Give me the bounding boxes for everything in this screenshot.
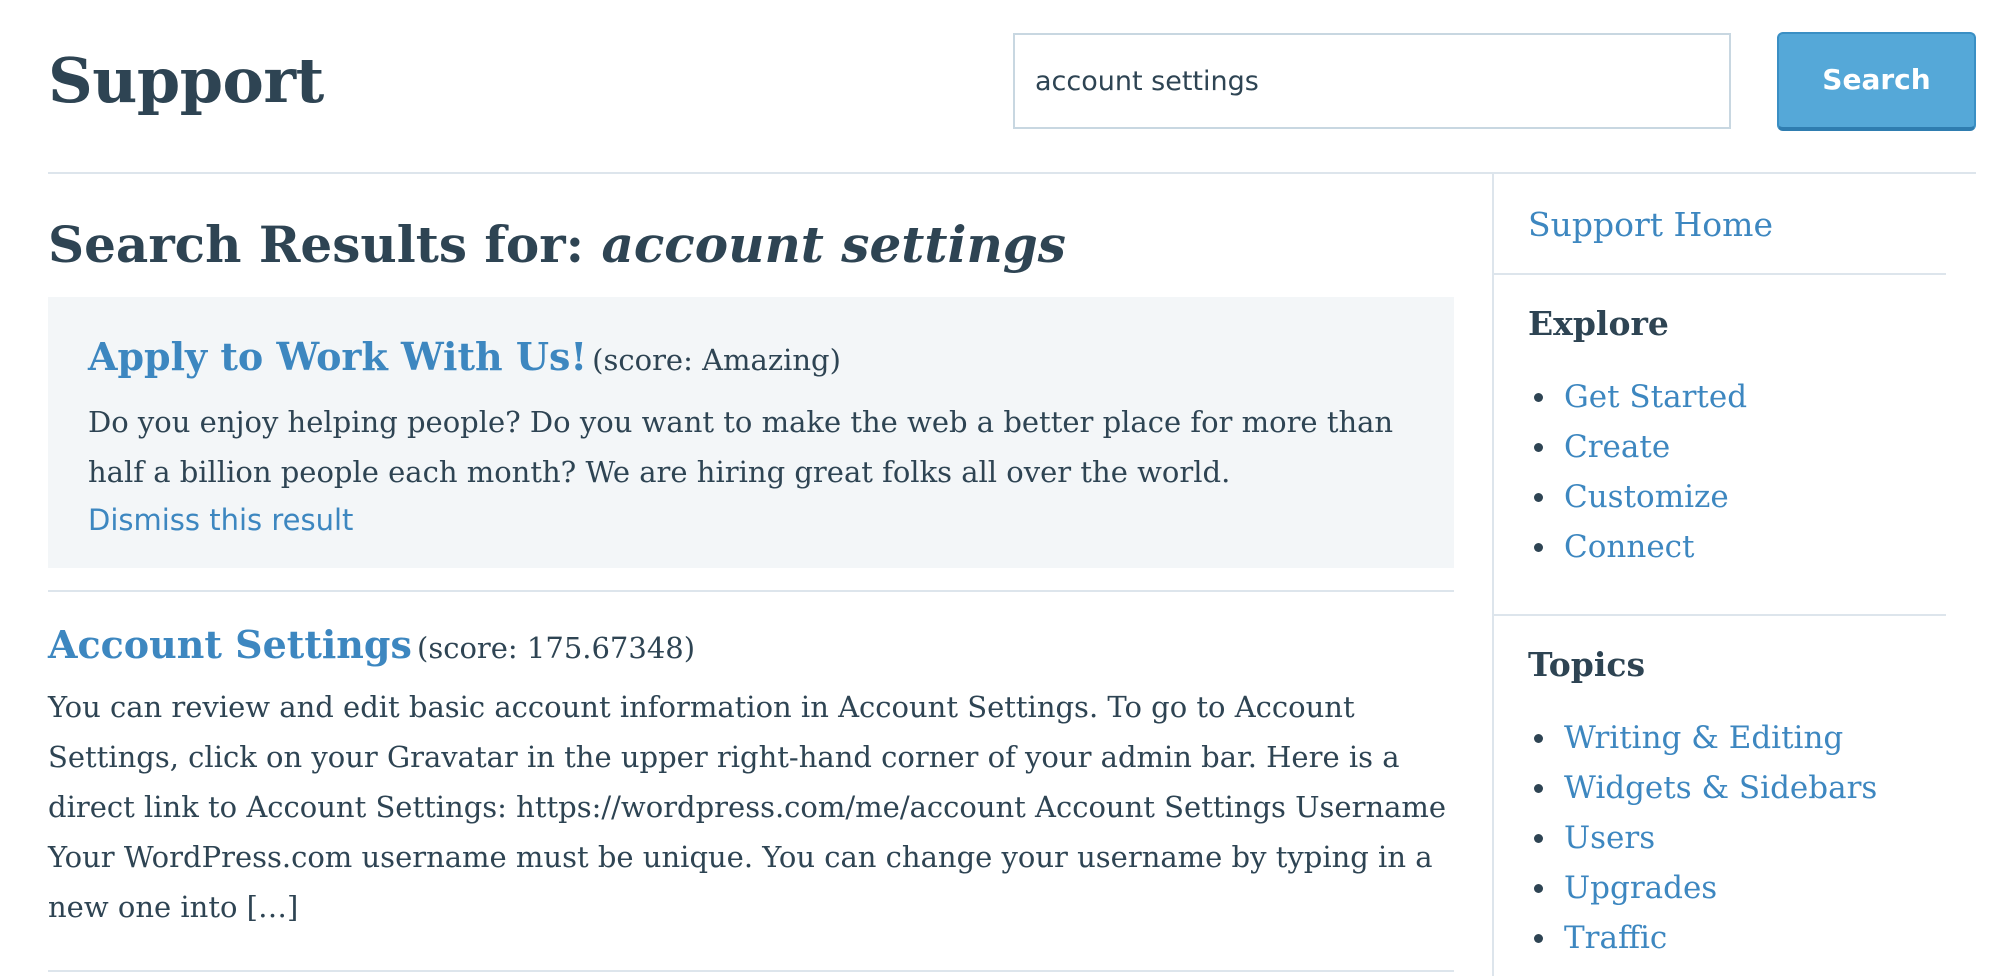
topic-link-writing-editing[interactable]: Writing & Editing [1564,720,1843,756]
topic-link-users[interactable]: Users [1564,820,1655,856]
bullet-icon [1534,834,1543,843]
result-excerpt: You can review and edit basic account in… [48,690,1447,924]
bullet-icon [1534,884,1543,893]
topics-item: Traffic [1528,913,1877,963]
bullet-icon [1534,784,1543,793]
search-button[interactable]: Search [1777,32,1976,131]
explore-heading: Explore [1528,304,1669,343]
topics-item: Widgets & Sidebars [1528,763,1877,813]
result-score: (score: 175.67348) [417,631,696,665]
explore-item: Connect [1528,522,1747,572]
featured-result-score: (score: Amazing) [592,343,841,377]
site-title[interactable]: Support [48,38,324,124]
bullet-icon [1534,443,1543,452]
explore-link-customize[interactable]: Customize [1564,479,1729,515]
sidebar-divider [1494,273,1946,275]
topics-list: Writing & Editing Widgets & Sidebars Use… [1528,713,1877,963]
explore-link-create[interactable]: Create [1564,429,1670,465]
topics-heading: Topics [1528,645,1646,684]
results-heading: Search Results for: account settings [48,210,1066,280]
result-divider [48,970,1454,972]
featured-result-title-line: Apply to Work With Us! (score: Amazing) [88,334,841,379]
topics-item: Users [1528,813,1877,863]
explore-list: Get Started Create Customize Connect [1528,372,1747,572]
bullet-icon [1534,543,1543,552]
results-heading-prefix: Search Results for: [48,215,602,274]
topic-link-widgets-sidebars[interactable]: Widgets & Sidebars [1564,770,1877,806]
bullet-icon [1534,734,1543,743]
bullet-icon [1534,393,1543,402]
support-home-link[interactable]: Support Home [1528,200,1773,250]
topic-link-upgrades[interactable]: Upgrades [1564,870,1717,906]
bullet-icon [1534,934,1543,943]
topic-link-traffic[interactable]: Traffic [1564,920,1667,956]
result-title-link[interactable]: Account Settings [48,622,412,667]
explore-item: Customize [1528,472,1747,522]
result-title-line: Account Settings (score: 175.67348) [48,622,695,667]
explore-item: Get Started [1528,372,1747,422]
explore-link-get-started[interactable]: Get Started [1564,379,1747,415]
sidebar-divider [1494,614,1946,616]
featured-result-excerpt: Do you enjoy helping people? Do you want… [88,405,1394,489]
dismiss-result-link[interactable]: Dismiss this result [88,495,353,545]
results-heading-query: account settings [601,215,1066,274]
support-page: Support Search Search Results for: accou… [0,0,2010,976]
header-divider [48,172,1976,174]
sidebar-separator [1492,174,1494,976]
topics-item: Upgrades [1528,863,1877,913]
result-divider [48,590,1454,592]
featured-result-title-link[interactable]: Apply to Work With Us! [88,334,587,379]
bullet-icon [1534,493,1543,502]
explore-link-connect[interactable]: Connect [1564,529,1694,565]
explore-item: Create [1528,422,1747,472]
topics-item: Writing & Editing [1528,713,1877,763]
search-input[interactable] [1013,33,1731,129]
